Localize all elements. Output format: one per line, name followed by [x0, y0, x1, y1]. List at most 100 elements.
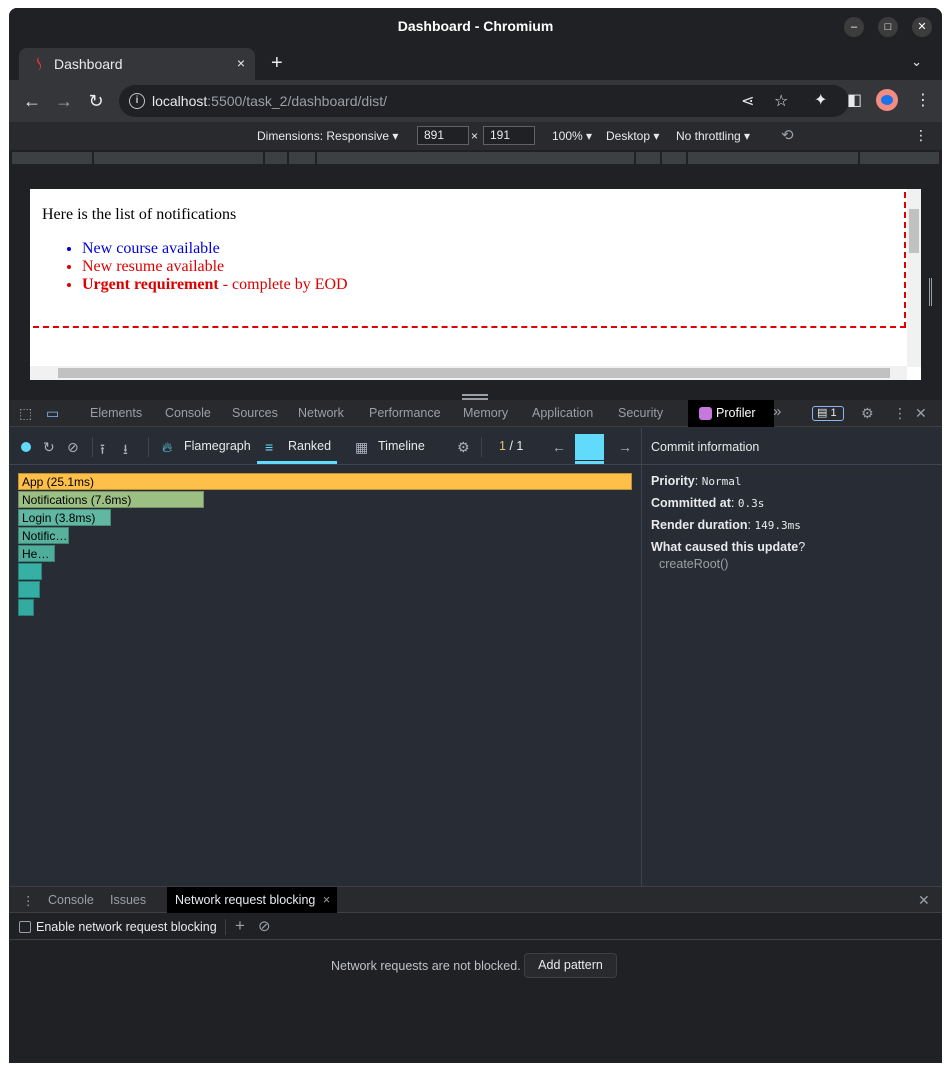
- next-commit-icon[interactable]: →: [618, 439, 632, 455]
- add-pattern-button[interactable]: Add pattern: [524, 953, 617, 978]
- update-cause-value: createRoot(): [659, 557, 729, 571]
- rotate-icon[interactable]: ⟲: [781, 126, 794, 144]
- tab-memory[interactable]: Memory: [463, 406, 508, 420]
- drawer-menu-icon[interactable]: ⋮: [22, 893, 35, 908]
- device-toggle-icon[interactable]: ▭: [46, 405, 59, 422]
- selected-commit-indicator: [575, 461, 604, 464]
- viewport-width-input[interactable]: 891: [417, 126, 469, 145]
- zoom-select[interactable]: 100% ▾: [552, 129, 592, 143]
- notification-item: New resume available: [82, 258, 348, 276]
- extensions-icon[interactable]: ✦: [814, 90, 827, 110]
- media-query-bar[interactable]: [9, 150, 942, 166]
- drawer-close-icon[interactable]: ✕: [918, 892, 930, 909]
- profiler-settings-icon[interactable]: ⚙: [457, 439, 470, 456]
- forward-icon[interactable]: →: [53, 90, 75, 112]
- browser-window: Dashboard - Chromium – □ ✕ Dashboard × +…: [9, 8, 942, 1063]
- ranked-bar[interactable]: [18, 599, 34, 616]
- tab-dashboard[interactable]: Dashboard ×: [19, 48, 255, 80]
- record-icon[interactable]: [21, 442, 31, 452]
- minimize-icon[interactable]: –: [844, 17, 864, 37]
- drawer-tab-console[interactable]: Console: [48, 893, 94, 907]
- commit-info-header: Commit information: [642, 428, 942, 465]
- ranked-bar[interactable]: Login (3.8ms): [18, 509, 111, 526]
- enable-blocking-checkbox[interactable]: [19, 921, 31, 933]
- ranked-bar[interactable]: [18, 563, 42, 580]
- horizontal-scrollbar[interactable]: [30, 366, 907, 380]
- resize-handle-right[interactable]: [929, 278, 932, 306]
- horizontal-scrollbar-thumb[interactable]: [58, 368, 890, 378]
- request-blocking-toolbar: Enable network request blocking + ⊘: [9, 914, 942, 940]
- dimensions-select[interactable]: Dimensions: Responsive ▾: [257, 129, 398, 143]
- reload-icon[interactable]: ↻: [85, 90, 107, 112]
- vertical-scrollbar[interactable]: [907, 189, 921, 367]
- ranked-bar[interactable]: [18, 581, 40, 598]
- tab-profiler[interactable]: Profiler: [688, 400, 774, 427]
- view-ranked[interactable]: Ranked: [288, 439, 331, 453]
- drawer-tab-network-request-blocking[interactable]: Network request blocking ×: [167, 887, 337, 913]
- tab-security[interactable]: Security: [618, 406, 663, 420]
- notification-item: Urgent requirement - complete by EOD: [82, 276, 348, 294]
- devtools-menu-icon[interactable]: ⋮: [893, 405, 907, 422]
- maximize-icon[interactable]: □: [878, 17, 898, 37]
- clear-profile-icon[interactable]: ⊘: [67, 439, 79, 456]
- settings-gear-icon[interactable]: ⚙: [861, 405, 874, 422]
- enable-blocking-label[interactable]: Enable network request blocking: [36, 920, 217, 934]
- url-text[interactable]: localhost:5500/task_2/dashboard/dist/: [152, 93, 387, 109]
- inspect-element-icon[interactable]: ⬚: [19, 405, 32, 422]
- tab-network[interactable]: Network: [298, 406, 344, 420]
- device-toolbar: Dimensions: Responsive ▾ 891 × 191 100% …: [9, 122, 942, 150]
- viewport-height-input[interactable]: 191: [483, 126, 535, 145]
- throttling-select[interactable]: No throttling ▾: [676, 129, 750, 143]
- ranked-bar[interactable]: App (25.1ms): [18, 473, 632, 490]
- render-duration-row: Render duration: 149.3ms: [651, 518, 801, 532]
- new-tab-button[interactable]: +: [271, 52, 283, 75]
- device-viewport: Here is the list of notifications New co…: [9, 166, 942, 409]
- share-icon[interactable]: ⋖: [741, 91, 754, 111]
- tab-title: Dashboard: [54, 56, 123, 72]
- committed-at-row: Committed at: 0.3s: [651, 496, 765, 510]
- tab-performance[interactable]: Performance: [369, 406, 441, 420]
- ranked-bar[interactable]: Notific…: [18, 527, 69, 544]
- view-flamegraph[interactable]: Flamegraph: [184, 439, 251, 453]
- vertical-scrollbar-thumb[interactable]: [909, 209, 919, 253]
- tab-application[interactable]: Application: [532, 406, 593, 420]
- ranked-icon: ≡: [265, 439, 274, 455]
- reload-profile-icon[interactable]: ↻: [43, 439, 55, 456]
- notifications-list: New course available New resume availabl…: [82, 240, 348, 294]
- issues-badge[interactable]: ▤ 1: [812, 406, 844, 421]
- back-icon[interactable]: ←: [21, 90, 43, 112]
- ranked-bar[interactable]: Notifications (7.6ms): [18, 491, 204, 508]
- active-view-indicator: [257, 461, 337, 464]
- tab-elements[interactable]: Elements: [90, 406, 142, 420]
- profile-avatar[interactable]: [876, 89, 898, 111]
- load-profile-icon[interactable]: ⭱: [100, 439, 105, 463]
- view-timeline[interactable]: Timeline: [378, 439, 425, 453]
- devtools-close-icon[interactable]: ✕: [915, 405, 927, 422]
- tab-close-icon[interactable]: ×: [237, 55, 245, 71]
- dimension-separator: ×: [471, 129, 479, 143]
- tab-search-icon[interactable]: ⌄: [911, 54, 922, 70]
- ranked-bar[interactable]: He…: [18, 545, 55, 562]
- bookmark-star-icon[interactable]: ☆: [774, 91, 788, 111]
- close-window-icon[interactable]: ✕: [912, 17, 932, 37]
- add-pattern-icon[interactable]: +: [235, 916, 245, 936]
- drawer-tab-issues[interactable]: Issues: [110, 893, 146, 907]
- device-type-select[interactable]: Desktop ▾: [606, 129, 659, 143]
- commit-bar[interactable]: [575, 434, 604, 460]
- tab-sources[interactable]: Sources: [232, 406, 278, 420]
- address-bar[interactable]: i localhost:5500/task_2/dashboard/dist/ …: [119, 85, 849, 117]
- drawer-tab-close-icon[interactable]: ×: [323, 893, 330, 907]
- commit-information-panel: Commit information Priority: Normal Comm…: [641, 428, 942, 886]
- drawer-tabbar: ⋮ Console Issues Network request blockin…: [9, 887, 942, 913]
- save-profile-icon[interactable]: ⭳: [123, 439, 128, 463]
- devtools-panel: ⬚ ▭ Elements Console Sources Network Per…: [9, 400, 942, 1063]
- browser-menu-icon[interactable]: ⋮: [915, 90, 931, 110]
- device-more-icon[interactable]: ⋮: [914, 127, 928, 144]
- more-tabs-icon[interactable]: »: [773, 403, 781, 420]
- previous-commit-icon[interactable]: ←: [552, 439, 566, 455]
- window-title: Dashboard - Chromium: [397, 18, 554, 34]
- site-info-icon[interactable]: i: [129, 93, 145, 109]
- side-panel-icon[interactable]: ◧: [847, 90, 862, 110]
- tab-console[interactable]: Console: [165, 406, 211, 420]
- clear-patterns-icon[interactable]: ⊘: [258, 917, 271, 935]
